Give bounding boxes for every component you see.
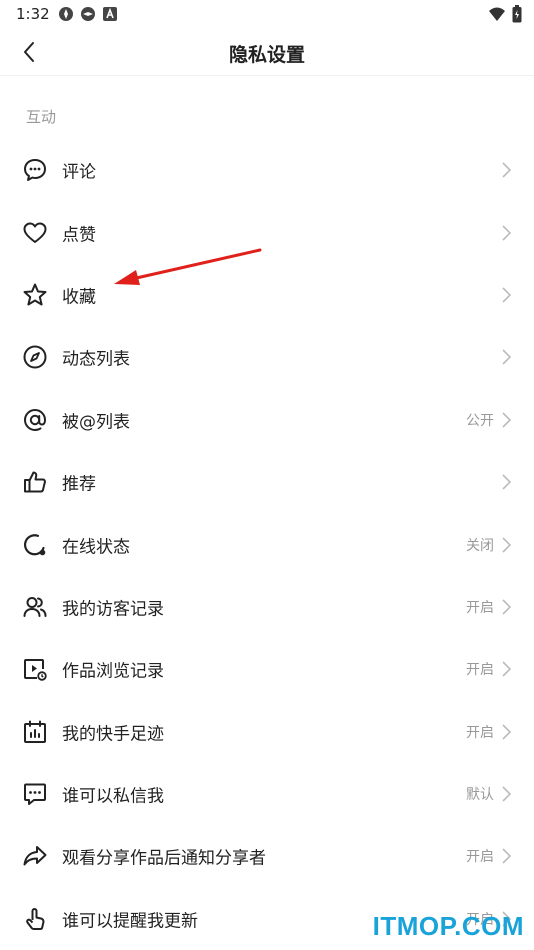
setting-row-visitors[interactable]: 我的访客记录 开启 [0, 576, 534, 638]
visitors-icon [22, 594, 48, 620]
chevron-right-icon [500, 162, 512, 178]
setting-label: 被@列表 [62, 412, 130, 433]
share-icon [22, 843, 48, 869]
compass-icon [22, 344, 48, 370]
setting-row-mentions-list[interactable]: 被@列表 公开 [0, 389, 534, 451]
chevron-right-icon [500, 349, 512, 365]
setting-row-view-history[interactable]: 作品浏览记录 开启 [0, 638, 534, 700]
notification-icons [58, 6, 118, 22]
wifi-icon [488, 6, 506, 26]
setting-row-moments-list[interactable]: 动态列表 [0, 326, 534, 388]
setting-value: 开启 [466, 662, 494, 679]
watermark-logo: ITMOP.COM [372, 911, 524, 941]
chevron-right-icon [500, 786, 512, 802]
setting-label: 动态列表 [62, 349, 130, 370]
chevron-right-icon [500, 287, 512, 303]
setting-label: 收藏 [62, 287, 96, 308]
setting-label: 推荐 [62, 474, 96, 495]
setting-value: 开启 [466, 599, 494, 616]
setting-row-online-status[interactable]: 在线状态 关闭 [0, 513, 534, 575]
setting-value: 开启 [466, 724, 494, 741]
setting-label: 谁可以提醒我更新 [62, 911, 198, 932]
setting-value: 公开 [466, 412, 494, 429]
online-status-icon [22, 532, 48, 558]
setting-value: 关闭 [466, 537, 494, 554]
a-notification-icon [102, 6, 118, 22]
setting-row-likes[interactable]: 点赞 [0, 201, 534, 263]
chevron-right-icon [500, 474, 512, 490]
setting-label: 点赞 [62, 225, 96, 246]
setting-label: 作品浏览记录 [62, 661, 164, 682]
calendar-icon [22, 719, 48, 745]
setting-label: 在线状态 [62, 537, 130, 558]
setting-row-favorites[interactable]: 收藏 [0, 264, 534, 326]
section-label: 互动 [26, 108, 57, 126]
video-history-icon [22, 656, 48, 682]
comment-icon [22, 157, 48, 183]
battery-icon [512, 5, 522, 27]
chevron-right-icon [500, 599, 512, 615]
setting-label: 谁可以私信我 [62, 786, 164, 807]
top-bar: 隐私设置 [0, 28, 534, 76]
app-notification-icon [80, 6, 96, 22]
setting-row-private-message[interactable]: 谁可以私信我 默认 [0, 763, 534, 825]
status-bar: 1:32 [0, 0, 534, 28]
setting-row-recommend[interactable]: 推荐 [0, 451, 534, 513]
setting-row-footprints[interactable]: 我的快手足迹 开启 [0, 701, 534, 763]
chevron-right-icon [500, 536, 512, 553]
chevron-right-icon [500, 225, 512, 241]
chevron-right-icon [500, 724, 512, 740]
star-icon [22, 282, 48, 308]
chevron-right-icon [500, 661, 512, 677]
setting-row-comments[interactable]: 评论 [0, 139, 534, 201]
thumbs-up-icon [22, 469, 48, 495]
heart-icon [22, 220, 48, 246]
tap-hand-icon [22, 906, 48, 932]
status-time: 1:32 [16, 5, 50, 23]
setting-label: 我的快手足迹 [62, 724, 164, 745]
chevron-right-icon [500, 848, 512, 865]
at-icon [22, 407, 48, 433]
message-icon [22, 781, 48, 807]
page-title: 隐私设置 [228, 44, 305, 66]
setting-label: 评论 [62, 162, 96, 183]
chevron-right-icon [500, 412, 512, 428]
setting-label: 我的访客记录 [62, 599, 164, 620]
setting-value: 默认 [466, 787, 494, 804]
setting-row-share-notify[interactable]: 观看分享作品后通知分享者 开启 [0, 825, 534, 887]
app-notification-icon [58, 6, 74, 22]
settings-list: 评论 点赞 收藏 动态列表 被@列表 公开 推荐 在线状态 关闭 我的访客记录 … [0, 139, 534, 950]
setting-value: 开启 [466, 849, 494, 866]
system-icons [488, 5, 522, 27]
setting-label: 观看分享作品后通知分享者 [62, 848, 266, 869]
